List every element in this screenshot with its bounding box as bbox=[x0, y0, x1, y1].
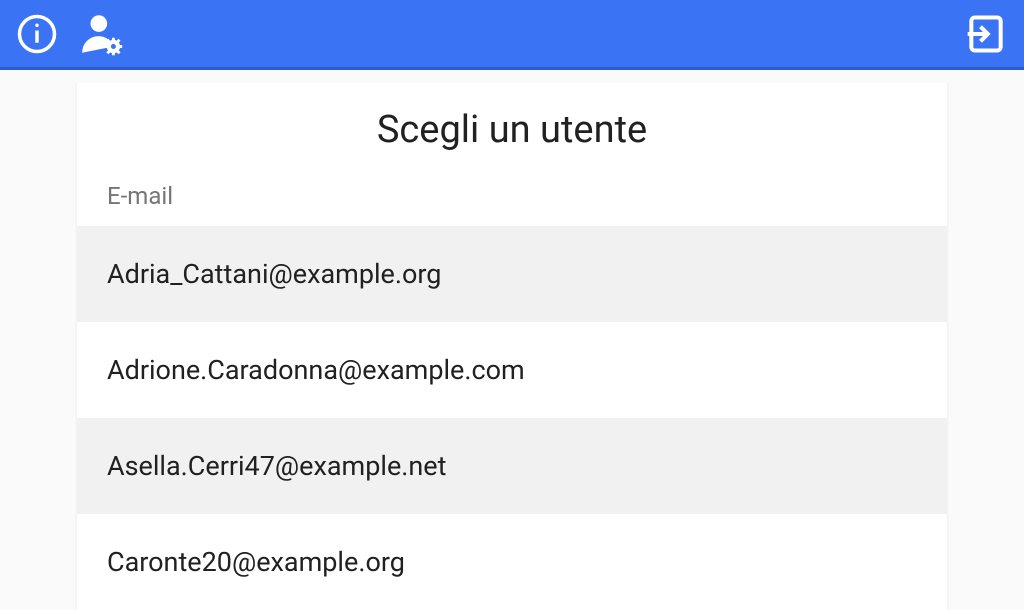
table-row[interactable]: Adrione.Caradonna@example.com bbox=[77, 322, 947, 418]
table-row[interactable]: Adria_Cattani@example.org bbox=[77, 226, 947, 322]
table-row[interactable]: Asella.Cerri47@example.net bbox=[77, 418, 947, 514]
user-settings-icon bbox=[78, 9, 128, 59]
email-column-header: E-mail bbox=[77, 170, 947, 226]
header-left-group bbox=[16, 9, 128, 59]
email-cell: Caronte20@example.org bbox=[107, 546, 405, 578]
exit-button[interactable] bbox=[964, 12, 1008, 56]
user-table: Adria_Cattani@example.org Adrione.Carado… bbox=[77, 226, 947, 610]
email-cell: Asella.Cerri47@example.net bbox=[107, 450, 446, 482]
email-cell: Adrione.Caradonna@example.com bbox=[107, 354, 525, 386]
card-title: Scegli un utente bbox=[77, 82, 947, 170]
info-button[interactable] bbox=[16, 13, 58, 55]
email-cell: Adria_Cattani@example.org bbox=[107, 258, 441, 290]
user-settings-button[interactable] bbox=[78, 9, 128, 59]
exit-icon bbox=[964, 12, 1008, 56]
info-icon bbox=[16, 13, 58, 55]
table-row[interactable]: Caronte20@example.org bbox=[77, 514, 947, 610]
app-header bbox=[0, 0, 1024, 70]
user-select-card: Scegli un utente E-mail Adria_Cattani@ex… bbox=[77, 82, 947, 610]
